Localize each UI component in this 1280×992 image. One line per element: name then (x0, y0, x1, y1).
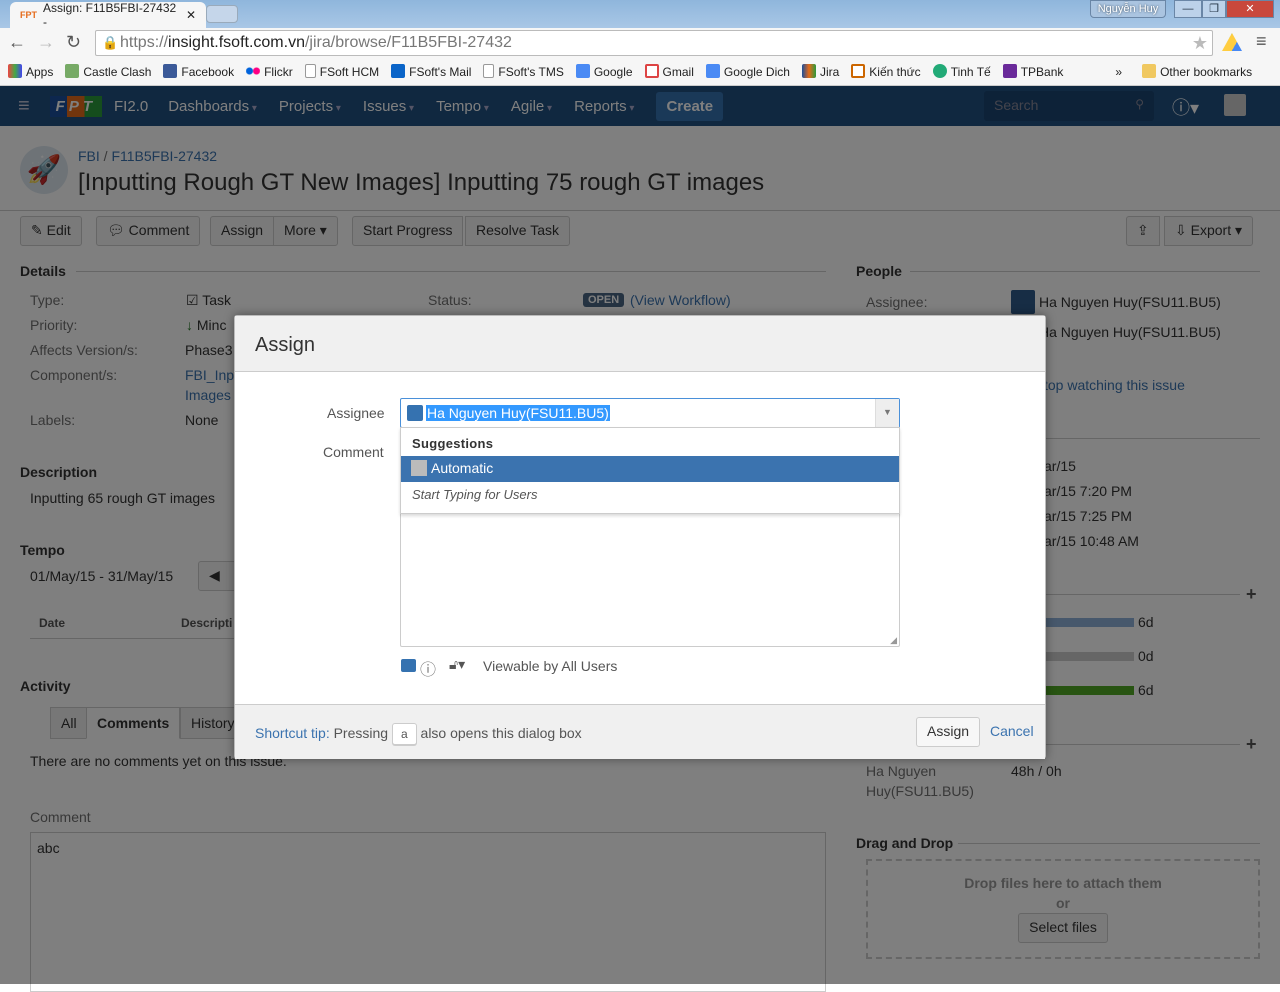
assignee-picker-value[interactable]: Ha Nguyen Huy(FSU11.BU5) (426, 405, 610, 421)
url-scheme: https:// (120, 34, 169, 51)
bookmark-label: Google Dich (723, 65, 790, 79)
resize-handle-icon[interactable]: ◢ (890, 635, 897, 646)
bookmark[interactable]: Facebook (163, 64, 234, 79)
assign-submit-button[interactable]: Assign (916, 717, 981, 747)
bookmark-label: Jira (819, 65, 840, 79)
maximize-button[interactable]: ❐ (1202, 0, 1226, 18)
bookmark[interactable]: FSoft's Mail (391, 64, 471, 79)
bookmark[interactable]: Jira (801, 64, 840, 79)
page-icon (304, 64, 316, 78)
new-tab-button[interactable] (206, 5, 238, 23)
bookmarks-bar: Apps Castle Clash Facebook Flickr FSoft … (0, 58, 1280, 86)
folder-icon (1142, 64, 1157, 78)
lock-warning-icon: 🔒 (102, 35, 119, 50)
url-host: insight.fsoft.com.vn (168, 34, 305, 51)
page-icon (483, 64, 495, 78)
tpbank-icon (1002, 64, 1017, 78)
bookmark[interactable]: FSoft's TMS (483, 64, 564, 79)
kien-thuc-icon (851, 64, 866, 78)
bookmark-label: Castle Clash (83, 65, 152, 79)
visibility-label[interactable]: Viewable by All Users (483, 658, 617, 674)
other-bookmarks[interactable]: Other bookmarks (1142, 64, 1252, 79)
apps-icon (8, 64, 22, 78)
profile-badge[interactable]: Nguyễn Huy (1090, 0, 1166, 18)
bookmark[interactable]: TPBank (1002, 64, 1064, 79)
shortcut-rest: also opens this dialog box (420, 725, 582, 741)
help-icon[interactable]: ⓘ (420, 656, 436, 680)
url-path: /jira/browse/F11B5FBI-27432 (304, 34, 512, 51)
bookmark[interactable]: FSoft HCM (304, 64, 380, 79)
tab-title: Assign: F11B5FBI-27432 - (43, 1, 177, 29)
reload-icon[interactable]: ↻ (66, 32, 81, 53)
modal-backdrop-header (0, 86, 1280, 126)
automatic-avatar-icon (411, 460, 427, 476)
wiki-markup-icon[interactable] (401, 659, 416, 672)
outlook-icon (391, 64, 406, 78)
bookmark-label: Flickr (264, 65, 293, 79)
minimize-button[interactable]: — (1174, 0, 1202, 18)
shortcut-tip: Shortcut tip: Pressing a also opens this… (255, 723, 582, 745)
dialog-comment-textarea[interactable]: ◢ (400, 511, 900, 647)
suggestions-dropdown: Suggestions Automatic Start Typing for U… (400, 427, 900, 514)
bookmark-label: FSoft HCM (319, 65, 380, 79)
shortcut-key: a (391, 723, 417, 745)
suggestions-heading: Suggestions (412, 436, 494, 451)
tab-close-icon[interactable]: ✕ (186, 8, 196, 22)
browser-tab[interactable]: FPT Assign: F11B5FBI-27432 - ✕ (10, 1, 206, 29)
bookmark[interactable]: Castle Clash (65, 64, 151, 79)
tinhte-icon (932, 64, 947, 78)
cancel-link[interactable]: Cancel (990, 723, 1034, 739)
shortcut-pressing: Pressing (333, 725, 389, 741)
bookmark-label: FSoft's TMS (498, 65, 564, 79)
menu-icon[interactable]: ≡ (1256, 31, 1267, 52)
bookmark-label: Tinh Tế (950, 65, 991, 79)
jira-fpt-icon (801, 64, 816, 78)
bookmark-label: TPBank (1020, 65, 1064, 79)
bookmark[interactable]: Google Dich (705, 64, 790, 79)
bookmark-label: Apps (26, 65, 54, 79)
shortcut-tip-link[interactable]: Shortcut tip: (255, 725, 330, 741)
bookmark-label: Gmail (662, 65, 694, 79)
bookmark[interactable]: Tinh Tế (932, 64, 991, 79)
bookmark-label: FSoft's Mail (409, 65, 472, 79)
url-input[interactable]: 🔒 https://insight.fsoft.com.vn/jira/brow… (95, 30, 1213, 56)
user-avatar-icon (407, 405, 423, 421)
suggestion-label: Automatic (431, 460, 494, 476)
forward-icon[interactable]: → (37, 32, 55, 53)
suggestion-automatic[interactable]: Automatic (401, 456, 899, 482)
bookmark[interactable]: Kiến thức (851, 64, 921, 79)
close-window-button[interactable]: ✕ (1226, 0, 1274, 18)
google-icon (575, 64, 590, 78)
bookmark[interactable]: Apps (8, 64, 53, 79)
flickr-icon (246, 64, 261, 78)
facebook-icon (163, 64, 178, 78)
back-icon[interactable]: ← (8, 32, 26, 53)
assignee-field-label: Assignee (327, 405, 385, 421)
bookmark-label: Google (593, 65, 633, 79)
assignee-picker[interactable]: Ha Nguyen Huy(FSU11.BU5) ▼ (400, 398, 900, 428)
fpt-favicon-icon: FPT (20, 10, 37, 20)
bookmark[interactable]: Google (575, 64, 633, 79)
star-icon[interactable]: ★ (1192, 33, 1208, 54)
more-bookmarks-button[interactable]: » (1115, 65, 1122, 79)
bookmark-label: Facebook (181, 65, 235, 79)
unlock-icon[interactable]: 🔓︎▾ (449, 656, 465, 673)
dialog-title: Assign (235, 316, 1045, 372)
google-translate-icon (705, 64, 720, 78)
comment-field-label: Comment (323, 444, 384, 460)
bookmark-label: Other bookmarks (1160, 65, 1253, 79)
suggestion-hint: Start Typing for Users (412, 487, 538, 502)
bookmark[interactable]: Gmail (644, 64, 694, 79)
assign-dialog: Assign Assignee Ha Nguyen Huy(FSU11.BU5)… (234, 315, 1046, 759)
dropdown-arrow-icon[interactable]: ▼ (875, 399, 899, 427)
dialog-footer: Shortcut tip: Pressing a also opens this… (235, 704, 1045, 759)
bookmark[interactable]: Flickr (246, 64, 293, 79)
bookmark-label: Kiến thức (869, 65, 921, 79)
castle-clash-icon (65, 64, 80, 78)
gmail-icon (644, 64, 659, 78)
